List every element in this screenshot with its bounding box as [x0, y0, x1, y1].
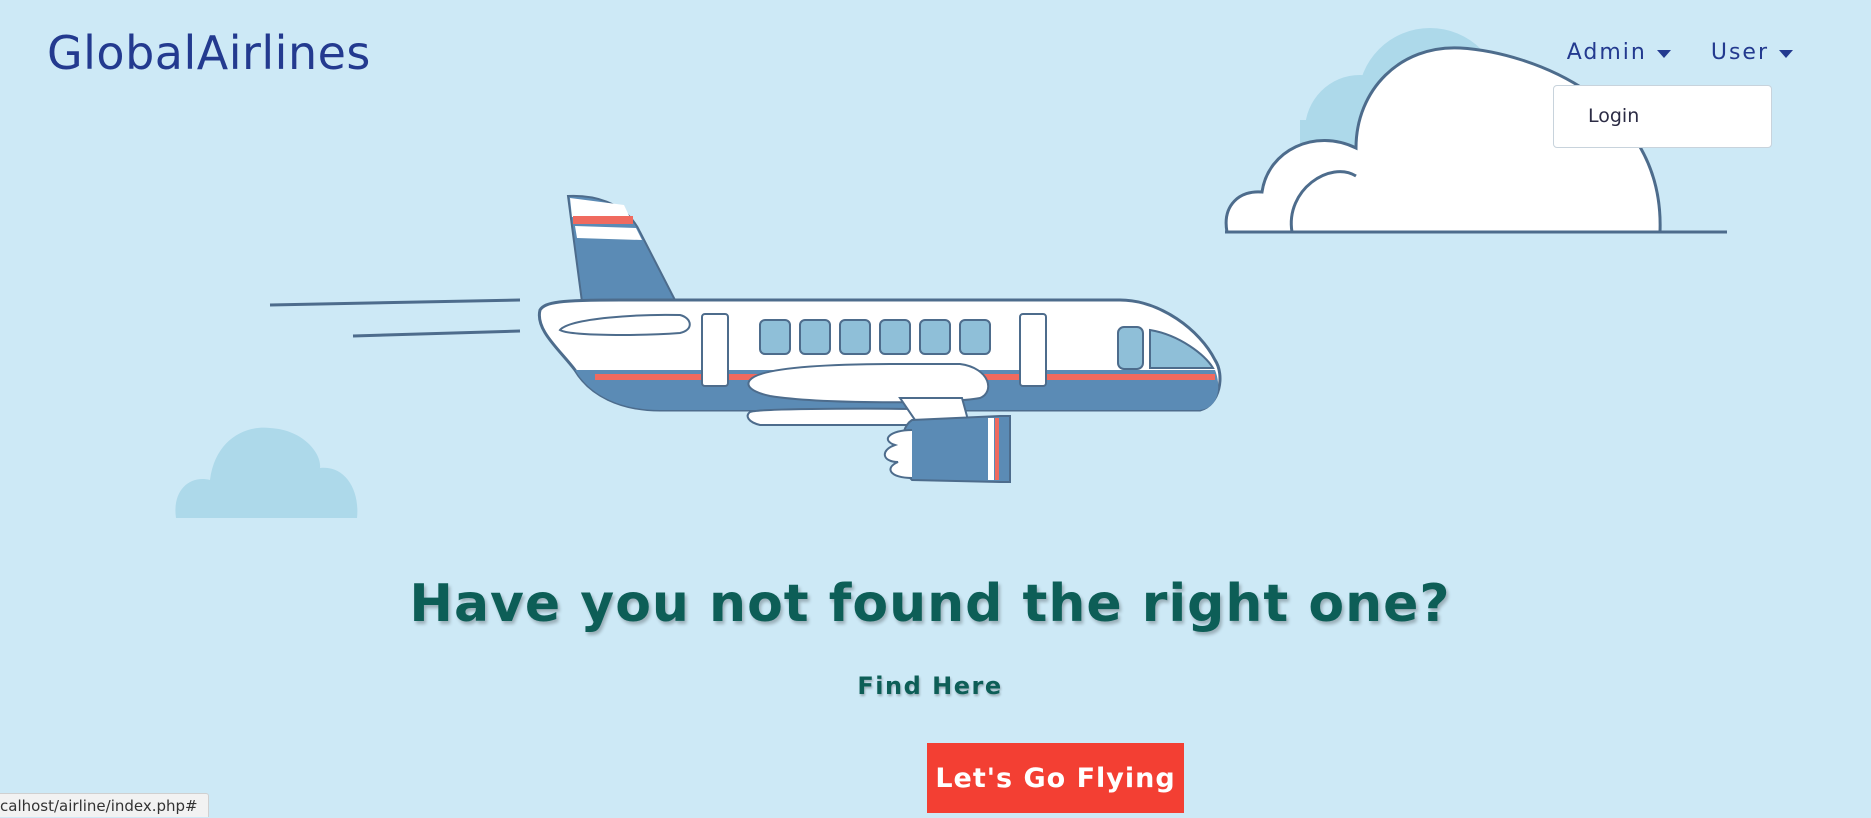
user-dropdown-menu: Login — [1553, 85, 1772, 148]
airplane-illustration — [175, 28, 1727, 518]
hero-headline: Have you not found the right one? — [409, 574, 1451, 634]
dropdown-item-login[interactable]: Login — [1588, 105, 1639, 127]
hero-subhead: Find Here — [857, 672, 1003, 700]
cloud-left-icon — [175, 427, 358, 518]
status-bar-url: calhost/airline/index.php# — [0, 793, 209, 817]
lets-go-flying-button[interactable]: Let's Go Flying — [927, 743, 1184, 813]
